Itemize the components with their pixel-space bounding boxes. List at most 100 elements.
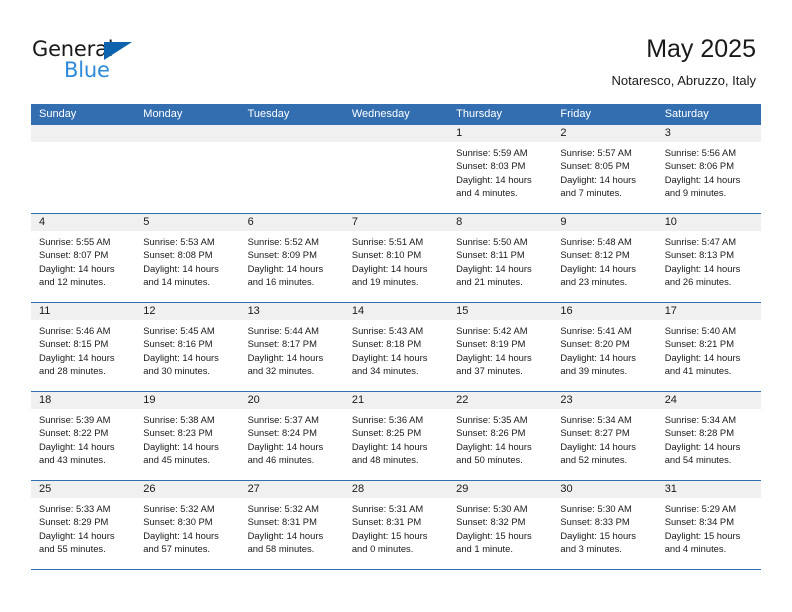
calendar-week-row: 1 Sunrise: 5:59 AM Sunset: 8:03 PM Daylight… xyxy=(31,125,761,214)
sunset-time: Sunset: 8:31 PM xyxy=(247,516,317,528)
day-cell[interactable]: 1 Sunrise: 5:59 AM Sunset: 8:03 PM Daylight… xyxy=(448,125,553,213)
day-cell[interactable]: 30 Sunrise: 5:30 AM Sunset: 8:33 PM Dayligh… xyxy=(552,481,657,569)
day-number: 15 xyxy=(448,303,553,320)
day-details: Sunrise: 5:35 AM Sunset: 8:26 PM Daylight:… xyxy=(448,409,552,467)
day-cell[interactable]: 2 Sunrise: 5:57 AM Sunset: 8:05 PM Daylight… xyxy=(552,125,657,213)
day-details: Sunrise: 5:37 AM Sunset: 8:24 PM Daylight:… xyxy=(240,409,344,467)
weekday-header-monday: Monday xyxy=(143,108,183,120)
week-cells: 1 Sunrise: 5:59 AM Sunset: 8:03 PM Daylight… xyxy=(31,125,761,213)
day-number xyxy=(31,125,136,142)
sunrise-time: Sunrise: 5:43 AM xyxy=(351,325,424,336)
day-cell[interactable]: 18 Sunrise: 5:39 AM Sunset: 8:22 PM Dayligh… xyxy=(31,392,136,480)
day-cell[interactable]: 7 Sunrise: 5:51 AM Sunset: 8:10 PM Daylight… xyxy=(343,214,449,302)
day-number: 24 xyxy=(656,392,761,409)
day-number: 18 xyxy=(31,392,136,409)
day-number: 7 xyxy=(343,214,449,231)
day-cell[interactable]: 11 Sunrise: 5:46 AM Sunset: 8:15 PM Dayligh… xyxy=(31,303,136,391)
daylight-duration-line2: and 1 minute. xyxy=(456,543,513,555)
day-number: 30 xyxy=(552,481,657,498)
day-details: Sunrise: 5:48 AM Sunset: 8:12 PM Daylight:… xyxy=(552,231,656,289)
daylight-duration-line1: Daylight: 14 hours xyxy=(664,262,741,274)
page-subtitle: Notaresco, Abruzzo, Italy xyxy=(611,73,756,88)
day-cell[interactable]: 19 Sunrise: 5:38 AM Sunset: 8:23 PM Dayligh… xyxy=(135,392,240,480)
day-cell[interactable]: 14 Sunrise: 5:43 AM Sunset: 8:18 PM Dayligh… xyxy=(343,303,449,391)
daylight-duration-line1: Daylight: 14 hours xyxy=(351,440,428,452)
week-cells: 11 Sunrise: 5:46 AM Sunset: 8:15 PM Dayligh… xyxy=(31,303,761,391)
daylight-duration-line2: and 14 minutes. xyxy=(143,276,210,288)
daylight-duration-line1: Daylight: 14 hours xyxy=(39,440,115,452)
logo-text-general: General xyxy=(32,37,114,61)
daylight-duration-line1: Daylight: 14 hours xyxy=(247,351,324,363)
day-number: 21 xyxy=(343,392,449,409)
day-number: 6 xyxy=(239,214,344,231)
day-cell[interactable]: 15 Sunrise: 5:42 AM Sunset: 8:19 PM Dayligh… xyxy=(448,303,553,391)
daylight-duration-line2: and 23 minutes. xyxy=(560,276,628,288)
day-details: Sunrise: 5:44 AM Sunset: 8:17 PM Daylight:… xyxy=(240,320,344,378)
day-cell[interactable]: 10 Sunrise: 5:47 AM Sunset: 8:13 PM Dayligh… xyxy=(656,214,761,302)
day-number: 1 xyxy=(448,125,553,142)
day-cell[interactable]: 27 Sunrise: 5:32 AM Sunset: 8:31 PM Dayligh… xyxy=(239,481,344,569)
daylight-duration-line1: Daylight: 14 hours xyxy=(143,351,219,363)
day-cell[interactable]: 9 Sunrise: 5:48 AM Sunset: 8:12 PM Daylight… xyxy=(552,214,657,302)
day-cell[interactable]: 13 Sunrise: 5:44 AM Sunset: 8:17 PM Dayligh… xyxy=(239,303,344,391)
sunset-time: Sunset: 8:13 PM xyxy=(664,249,734,261)
day-cell[interactable]: 5 Sunrise: 5:53 AM Sunset: 8:08 PM Daylight… xyxy=(135,214,240,302)
day-cell[interactable]: 25 Sunrise: 5:33 AM Sunset: 8:29 PM Dayligh… xyxy=(31,481,136,569)
page-title: May 2025 xyxy=(646,35,756,63)
day-details: Sunrise: 5:34 AM Sunset: 8:28 PM Daylight:… xyxy=(657,409,761,467)
sunset-time: Sunset: 8:27 PM xyxy=(560,427,630,439)
sunset-time: Sunset: 8:20 PM xyxy=(560,338,630,350)
day-cell[interactable]: 22 Sunrise: 5:35 AM Sunset: 8:26 PM Dayligh… xyxy=(448,392,553,480)
day-details: Sunrise: 5:32 AM Sunset: 8:30 PM Daylight:… xyxy=(135,498,239,556)
sunset-time: Sunset: 8:11 PM xyxy=(456,249,525,261)
day-details: Sunrise: 5:45 AM Sunset: 8:16 PM Daylight:… xyxy=(135,320,239,378)
day-cell[interactable]: 28 Sunrise: 5:31 AM Sunset: 8:31 PM Dayligh… xyxy=(343,481,449,569)
sunrise-time: Sunrise: 5:46 AM xyxy=(39,325,111,336)
day-details: Sunrise: 5:50 AM Sunset: 8:11 PM Daylight:… xyxy=(448,231,552,289)
day-cell[interactable]: 20 Sunrise: 5:37 AM Sunset: 8:24 PM Dayligh… xyxy=(239,392,344,480)
day-cell[interactable]: 4 Sunrise: 5:55 AM Sunset: 8:07 PM Daylight… xyxy=(31,214,136,302)
day-cell[interactable]: 29 Sunrise: 5:30 AM Sunset: 8:32 PM Dayligh… xyxy=(448,481,553,569)
day-cell[interactable]: 31 Sunrise: 5:29 AM Sunset: 8:34 PM Dayligh… xyxy=(656,481,761,569)
day-cell[interactable]: 6 Sunrise: 5:52 AM Sunset: 8:09 PM Daylight… xyxy=(239,214,344,302)
daylight-duration-line2: and 37 minutes. xyxy=(456,365,523,377)
daylight-duration-line1: Daylight: 14 hours xyxy=(560,440,636,452)
day-cell[interactable]: 3 Sunrise: 5:56 AM Sunset: 8:06 PM Daylight… xyxy=(656,125,761,213)
day-details: Sunrise: 5:31 AM Sunset: 8:31 PM Daylight:… xyxy=(344,498,448,556)
day-cell[interactable]: 8 Sunrise: 5:50 AM Sunset: 8:11 PM Daylight… xyxy=(448,214,553,302)
calendar-page: General Blue May 2025 Notaresco, Abruzzo… xyxy=(0,0,792,612)
weekday-header-row: Sunday Monday Tuesday Wednesday Thursday Frid… xyxy=(31,104,761,125)
daylight-duration-line2: and 32 minutes. xyxy=(247,365,315,377)
day-cell[interactable]: 24 Sunrise: 5:34 AM Sunset: 8:28 PM Dayligh… xyxy=(656,392,761,480)
day-cell[interactable]: 23 Sunrise: 5:34 AM Sunset: 8:27 PM Dayligh… xyxy=(552,392,657,480)
sunset-time: Sunset: 8:34 PM xyxy=(664,516,734,528)
day-cell-empty xyxy=(135,125,240,213)
daylight-duration-line1: Daylight: 14 hours xyxy=(39,262,115,274)
calendar-week-row: 4 Sunrise: 5:55 AM Sunset: 8:07 PM Daylight… xyxy=(31,214,761,303)
day-number: 3 xyxy=(656,125,761,142)
day-cell[interactable]: 17 Sunrise: 5:40 AM Sunset: 8:21 PM Dayligh… xyxy=(656,303,761,391)
week-cells: 25 Sunrise: 5:33 AM Sunset: 8:29 PM Dayligh… xyxy=(31,481,761,569)
sunrise-time: Sunrise: 5:59 AM xyxy=(456,147,528,158)
day-details: Sunrise: 5:40 AM Sunset: 8:21 PM Daylight:… xyxy=(657,320,761,378)
general-blue-logo[interactable]: General Blue xyxy=(32,38,212,84)
daylight-duration-line2: and 30 minutes. xyxy=(143,365,210,377)
daylight-duration-line2: and 58 minutes. xyxy=(247,543,315,555)
day-details: Sunrise: 5:43 AM Sunset: 8:18 PM Daylight:… xyxy=(344,320,448,378)
sunset-time: Sunset: 8:23 PM xyxy=(143,427,213,439)
sunset-time: Sunset: 8:05 PM xyxy=(560,160,630,172)
daylight-duration-line2: and 4 minutes. xyxy=(664,543,727,555)
daylight-duration-line2: and 48 minutes. xyxy=(351,454,419,466)
day-cell[interactable]: 26 Sunrise: 5:32 AM Sunset: 8:30 PM Dayligh… xyxy=(135,481,240,569)
day-cell[interactable]: 21 Sunrise: 5:36 AM Sunset: 8:25 PM Dayligh… xyxy=(343,392,449,480)
sunrise-time: Sunrise: 5:34 AM xyxy=(664,414,737,425)
day-cell[interactable]: 12 Sunrise: 5:45 AM Sunset: 8:16 PM Dayligh… xyxy=(135,303,240,391)
day-number: 13 xyxy=(239,303,344,320)
daylight-duration-line1: Daylight: 14 hours xyxy=(143,440,219,452)
sunrise-time: Sunrise: 5:50 AM xyxy=(456,236,528,247)
day-details: Sunrise: 5:46 AM Sunset: 8:15 PM Daylight:… xyxy=(31,320,135,378)
day-cell[interactable]: 16 Sunrise: 5:41 AM Sunset: 8:20 PM Dayligh… xyxy=(552,303,657,391)
sunrise-time: Sunrise: 5:34 AM xyxy=(560,414,632,425)
sunrise-time: Sunrise: 5:41 AM xyxy=(560,325,632,336)
sunrise-time: Sunrise: 5:30 AM xyxy=(560,503,632,514)
